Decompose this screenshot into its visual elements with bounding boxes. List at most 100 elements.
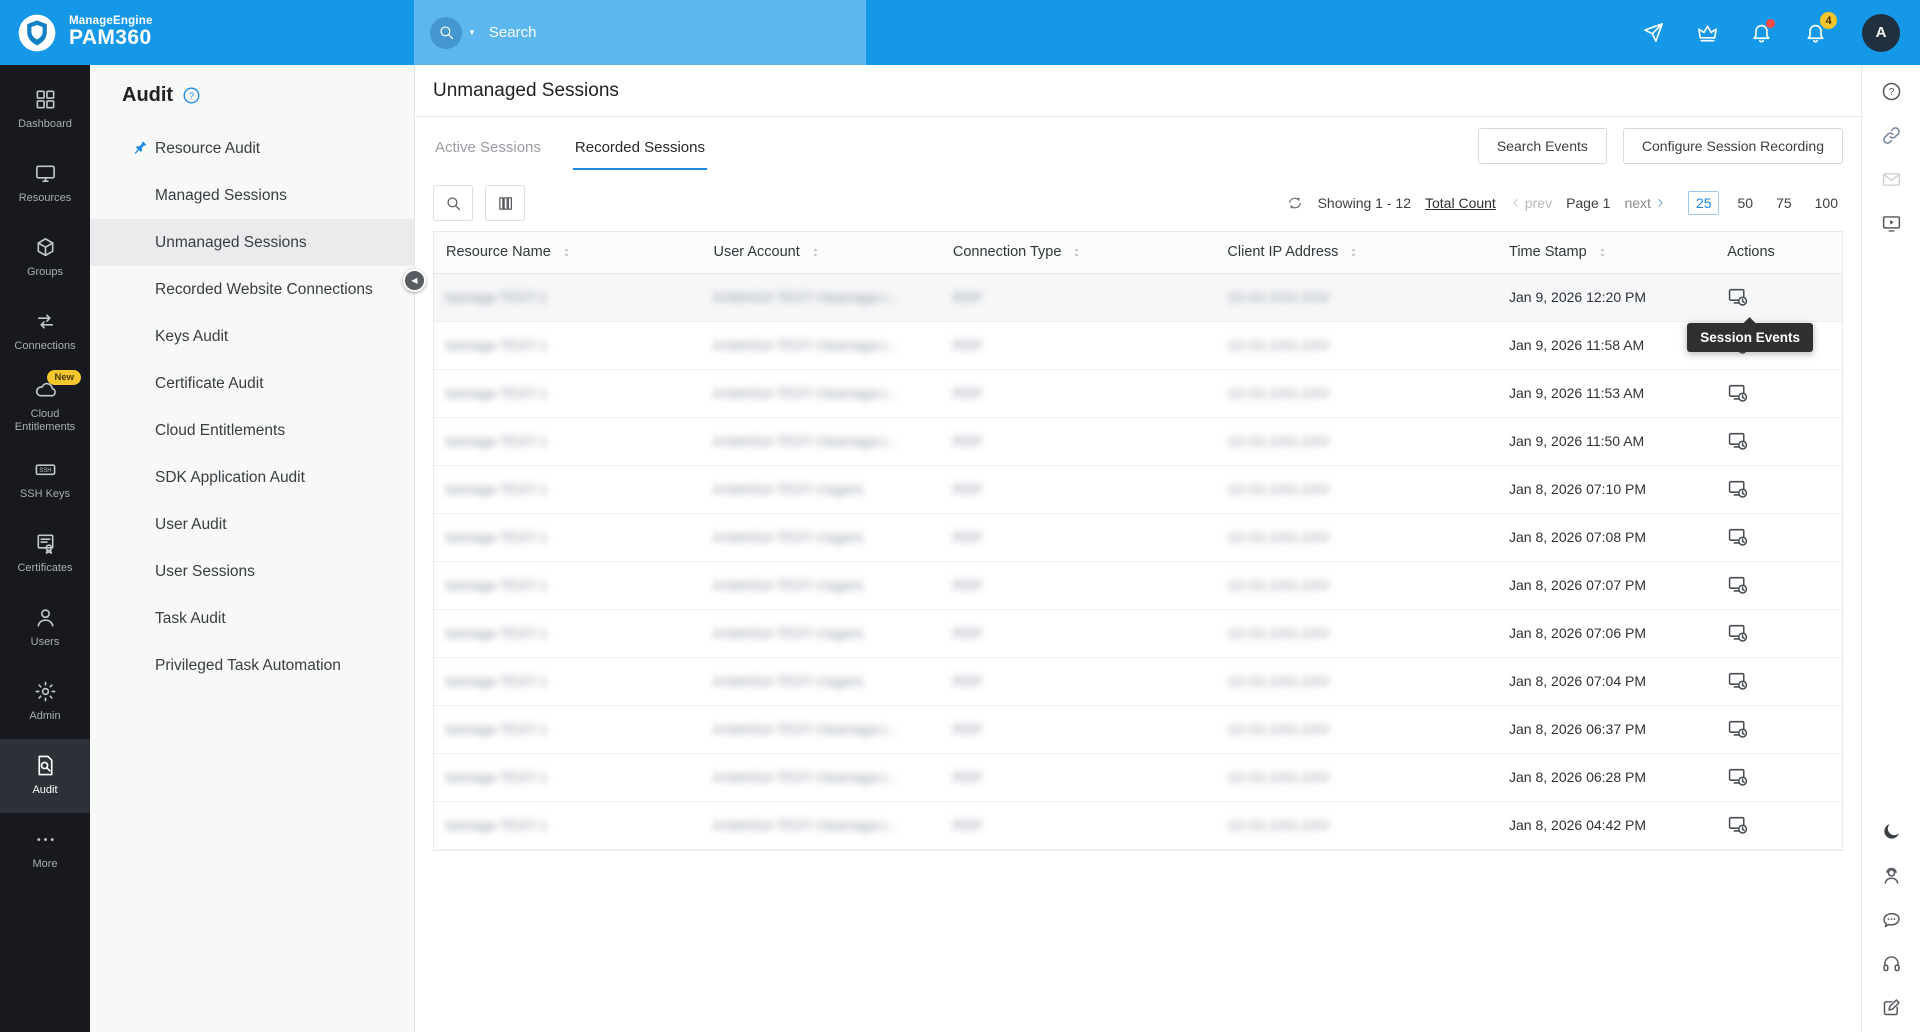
column-label: Time Stamp	[1509, 244, 1587, 261]
nav-item-label: Admin	[29, 710, 61, 723]
sidebar-item-unmanaged-sessions[interactable]: Unmanaged Sessions	[90, 219, 414, 266]
cell-connection-type: RDP	[940, 465, 1216, 514]
page-size-75[interactable]: 75	[1771, 192, 1797, 214]
alert-bell-icon[interactable]	[1750, 19, 1775, 44]
session-events-button[interactable]	[1727, 430, 1749, 452]
help-icon[interactable]: ?	[182, 86, 201, 105]
nav-item-audit[interactable]: Audit	[0, 739, 90, 813]
global-search[interactable]: ▼ Search	[414, 0, 866, 65]
help-icon[interactable]: ?	[1881, 81, 1902, 102]
cell-actions	[1715, 513, 1842, 562]
column-header-time-stamp[interactable]: Time Stamp	[1497, 232, 1716, 274]
total-count-link[interactable]: Total Count	[1425, 195, 1496, 211]
headset-icon[interactable]	[1881, 953, 1902, 974]
table-search-button[interactable]	[433, 185, 473, 221]
table-row: kamaga TEST-1 KAMAGA TEST-1\kamaga-t... RD…	[434, 705, 1842, 754]
cell-resource-name: kamaga TEST-1	[434, 273, 702, 322]
column-header-resource-name[interactable]: Resource Name	[434, 232, 702, 274]
nav-item-users[interactable]: Users	[0, 591, 90, 665]
nav-item-groups[interactable]: Groups	[0, 221, 90, 295]
groups-icon	[34, 236, 57, 259]
prev-page-button[interactable]: prev	[1510, 195, 1552, 211]
session-rail-icon[interactable]	[1881, 213, 1902, 234]
page-indicator: Page 1	[1566, 195, 1611, 211]
cell-resource-name: kamaga TEST-1	[434, 705, 702, 754]
refresh-icon[interactable]	[1286, 194, 1304, 212]
session-events-button[interactable]	[1727, 814, 1749, 836]
session-events-button[interactable]	[1727, 526, 1749, 548]
session-events-button[interactable]	[1727, 478, 1749, 500]
session-events-button[interactable]	[1727, 670, 1749, 692]
sidebar-title: Audit	[122, 83, 174, 106]
search-events-button[interactable]: Search Events	[1477, 128, 1607, 164]
sidebar-item-keys-audit[interactable]: Keys Audit	[90, 313, 414, 360]
cell-actions	[1715, 609, 1842, 658]
sidebar-item-managed-sessions[interactable]: Managed Sessions	[90, 172, 414, 219]
nav-item-cloud-entitlements[interactable]: Cloud Entitlements New	[0, 369, 90, 443]
user-avatar[interactable]: A	[1862, 13, 1900, 52]
session-events-button[interactable]	[1727, 766, 1749, 788]
support-icon[interactable]	[1881, 865, 1902, 886]
session-events-button[interactable]	[1727, 622, 1749, 644]
column-header-connection-type[interactable]: Connection Type	[940, 232, 1216, 274]
sidebar-item-sdk-application-audit[interactable]: SDK Application Audit	[90, 454, 414, 501]
session-events-button[interactable]	[1727, 574, 1749, 596]
cell-time-stamp: Jan 8, 2026 07:07 PM	[1497, 561, 1716, 610]
nav-item-dashboard[interactable]: Dashboard	[0, 73, 90, 147]
sidebar-item-resource-audit[interactable]: Resource Audit	[90, 125, 414, 172]
sidebar-item-task-audit[interactable]: Task Audit	[90, 595, 414, 642]
nav-item-resources[interactable]: Resources	[0, 147, 90, 221]
tab-recorded-sessions[interactable]: Recorded Sessions	[572, 122, 707, 170]
sort-icon[interactable]	[1347, 246, 1360, 259]
notification-bell-icon[interactable]: 4	[1804, 12, 1837, 44]
brand[interactable]: ManageEngine PAM360	[0, 0, 414, 65]
column-header-client-ip-address[interactable]: Client IP Address	[1215, 232, 1498, 274]
sidebar-item-cloud-entitlements[interactable]: Cloud Entitlements	[90, 407, 414, 454]
column-header-user-account[interactable]: User Account	[701, 232, 941, 274]
nav-item-connections[interactable]: Connections	[0, 295, 90, 369]
sort-icon[interactable]	[809, 246, 822, 259]
cell-time-stamp: Jan 8, 2026 07:06 PM	[1497, 609, 1716, 658]
page-size-25[interactable]: 25	[1687, 191, 1720, 215]
nav-item-admin[interactable]: Admin	[0, 665, 90, 739]
moon-icon[interactable]	[1881, 821, 1902, 842]
next-page-button[interactable]: next	[1624, 195, 1665, 211]
session-events-button[interactable]	[1727, 286, 1749, 308]
nav-item-ssh-keys[interactable]: SSH SSH Keys	[0, 443, 90, 517]
brand-product: PAM360	[69, 26, 152, 50]
cell-client-ip: 10.XX.XXX.XXX	[1215, 657, 1498, 706]
sort-icon[interactable]	[1596, 246, 1609, 259]
sidebar-item-recorded-website-connections[interactable]: Recorded Website Connections	[90, 266, 414, 313]
session-events-button[interactable]	[1727, 718, 1749, 740]
sidebar-item-user-audit[interactable]: User Audit	[90, 501, 414, 548]
feedback-icon[interactable]	[1881, 997, 1902, 1018]
configure-session-recording-button[interactable]: Configure Session Recording	[1622, 128, 1843, 164]
send-icon[interactable]	[1642, 21, 1665, 44]
sidebar-item-certificate-audit[interactable]: Certificate Audit	[90, 360, 414, 407]
sidebar-collapse-button[interactable]: ◀	[403, 269, 426, 292]
sort-icon[interactable]	[1070, 246, 1083, 259]
session-events-button[interactable]	[1727, 382, 1749, 404]
mail-icon[interactable]	[1881, 169, 1902, 190]
sort-icon[interactable]	[560, 246, 573, 259]
main-content: Unmanaged Sessions Active Sessions Record…	[415, 65, 1861, 1032]
sidebar-item-user-sessions[interactable]: User Sessions	[90, 548, 414, 595]
nav-item-certificates[interactable]: Certificates	[0, 517, 90, 591]
table-row: kamaga TEST-1 KAMAGA TEST-1\agent RDP 10.XX…	[434, 609, 1842, 658]
pam360-app: ManageEngine PAM360 ▼ Search 4 A Dashboa…	[0, 0, 1920, 1032]
nav-item-label: Resources	[18, 192, 72, 205]
table-row: kamaga TEST-1 KAMAGA TEST-1\kamaga-t... RD…	[434, 801, 1842, 850]
tab-active-sessions[interactable]: Active Sessions	[433, 122, 543, 170]
link-icon[interactable]	[1881, 125, 1902, 146]
page-size-100[interactable]: 100	[1810, 192, 1843, 214]
page-size-50[interactable]: 50	[1732, 192, 1758, 214]
license-crown-icon[interactable]	[1696, 21, 1719, 44]
column-chooser-button[interactable]	[485, 185, 525, 221]
sidebar-item-label: User Audit	[155, 515, 227, 533]
cell-resource-name: kamaga TEST-1	[434, 801, 702, 850]
column-label: Client IP Address	[1227, 244, 1339, 261]
sidebar-item-privileged-task-automation[interactable]: Privileged Task Automation	[90, 642, 414, 689]
sidebar-items: Resource Audit Managed Sessions Unmanaged …	[90, 125, 414, 689]
chat-icon[interactable]	[1881, 909, 1902, 930]
nav-item-more[interactable]: More	[0, 813, 90, 887]
